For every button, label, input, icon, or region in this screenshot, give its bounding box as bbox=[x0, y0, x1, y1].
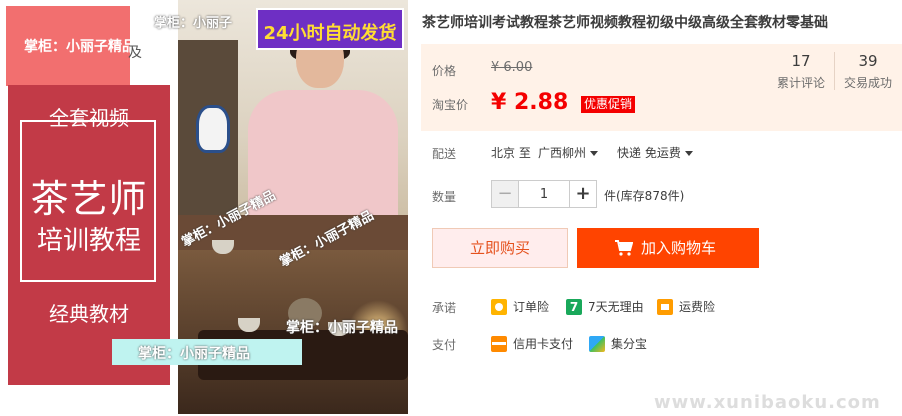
sales-stat: 39 交易成功 bbox=[837, 52, 899, 91]
promise-item-label: 订单险 bbox=[513, 300, 550, 314]
sales-label: 交易成功 bbox=[843, 76, 892, 90]
auto-delivery-badge: 24小时自动发货 bbox=[256, 8, 404, 50]
watermark-plain: 掌柜：小丽子精品 bbox=[286, 320, 398, 336]
credit-card-icon bbox=[491, 335, 507, 352]
quantity-input[interactable] bbox=[519, 181, 569, 207]
watermark-bar: 掌柜：小丽子精品 bbox=[112, 339, 302, 365]
add-to-cart-button[interactable]: 加入购物车 bbox=[577, 228, 759, 268]
shipping-from: 北京 至 bbox=[491, 146, 531, 160]
product-title: 茶艺师培训考试教程茶艺师视频教程初级中级高级全套教材零基础 bbox=[422, 15, 828, 31]
sales-count: 39 bbox=[858, 52, 878, 70]
promise-seven-day-return[interactable]: 7 7天无理由 bbox=[566, 298, 644, 315]
promise-order-insurance[interactable]: 订单险 bbox=[491, 298, 550, 315]
site-watermark: www.xunibaoku.com bbox=[654, 392, 881, 413]
auto-delivery-text: 24小时自动发货 bbox=[263, 23, 397, 44]
payment-jifenbao[interactable]: 集分宝 bbox=[589, 335, 648, 352]
watermark-top: 掌柜：小丽子 bbox=[154, 16, 233, 31]
price-label: 价格 bbox=[432, 64, 457, 78]
product-image[interactable]: 掌柜：小丽子精品 及 全套视频 茶艺师 培训教程 经典教材 24小时自动发货 掌… bbox=[0, 0, 408, 414]
shipping-label: 配送 bbox=[432, 147, 457, 161]
promo-price: ¥ 2.88 bbox=[491, 90, 569, 115]
quantity-increase-button[interactable]: + bbox=[569, 181, 596, 207]
reviews-label: 累计评论 bbox=[776, 76, 825, 90]
cover-subtitle: 培训教程 bbox=[36, 226, 141, 256]
cover-full-set: 全套视频 bbox=[49, 106, 129, 130]
promise-shipping-insurance[interactable]: 运费险 bbox=[657, 298, 716, 315]
order-insurance-icon bbox=[491, 298, 507, 315]
quantity-stepper: − + bbox=[491, 180, 597, 208]
promise-item-label: 运费险 bbox=[679, 300, 716, 314]
promo-price-label: 淘宝价 bbox=[432, 98, 469, 112]
payment-item-label: 信用卡支付 bbox=[513, 337, 574, 351]
add-to-cart-label: 加入购物车 bbox=[641, 239, 717, 257]
seven-day-icon: 7 bbox=[566, 298, 582, 315]
watermark-bar-text: 掌柜：小丽子精品 bbox=[138, 346, 250, 362]
shipping-method-select[interactable]: 快递 免运费 bbox=[617, 144, 693, 161]
jifenbao-icon bbox=[589, 335, 605, 352]
partial-char: 及 bbox=[128, 45, 142, 61]
quantity-label: 数量 bbox=[432, 190, 457, 204]
chevron-down-icon bbox=[590, 151, 599, 156]
destination-select[interactable]: 广西柳州 bbox=[538, 144, 599, 161]
shipping-insurance-icon bbox=[657, 298, 673, 315]
porcelain-vase bbox=[196, 105, 230, 153]
promise-item-label: 7天无理由 bbox=[588, 300, 644, 314]
payment-credit-card[interactable]: 信用卡支付 bbox=[491, 335, 574, 352]
chevron-down-icon bbox=[684, 151, 693, 156]
cart-icon bbox=[615, 240, 633, 256]
payment-item-label: 集分宝 bbox=[611, 337, 648, 351]
price-panel: 价格 ¥ 6.00 淘宝价 ¥ 2.88 优惠促销 17 累计评论 39 交易成… bbox=[421, 44, 902, 131]
shipping-method-value: 快递 免运费 bbox=[617, 146, 681, 160]
tea-master-figure bbox=[248, 90, 398, 230]
reviews-count: 17 bbox=[791, 52, 811, 70]
original-price: ¥ 6.00 bbox=[491, 60, 533, 75]
seller-tab: 掌柜：小丽子精品 bbox=[6, 6, 136, 86]
payment-label: 支付 bbox=[432, 338, 457, 352]
cover-main-title: 茶艺师 bbox=[30, 177, 148, 221]
stock-text: 件(库存878件) bbox=[604, 189, 685, 203]
reviews-stat[interactable]: 17 累计评论 bbox=[770, 52, 832, 91]
stats-divider bbox=[834, 52, 835, 90]
seller-tab-text: 掌柜：小丽子精品 bbox=[24, 39, 136, 55]
buy-now-button[interactable]: 立即购买 bbox=[432, 228, 568, 268]
destination-value: 广西柳州 bbox=[538, 146, 587, 160]
cover-classic: 经典教材 bbox=[49, 302, 129, 326]
promise-label: 承诺 bbox=[432, 301, 457, 315]
promo-tag: 优惠促销 bbox=[581, 96, 636, 113]
quantity-decrease-button[interactable]: − bbox=[492, 181, 519, 207]
